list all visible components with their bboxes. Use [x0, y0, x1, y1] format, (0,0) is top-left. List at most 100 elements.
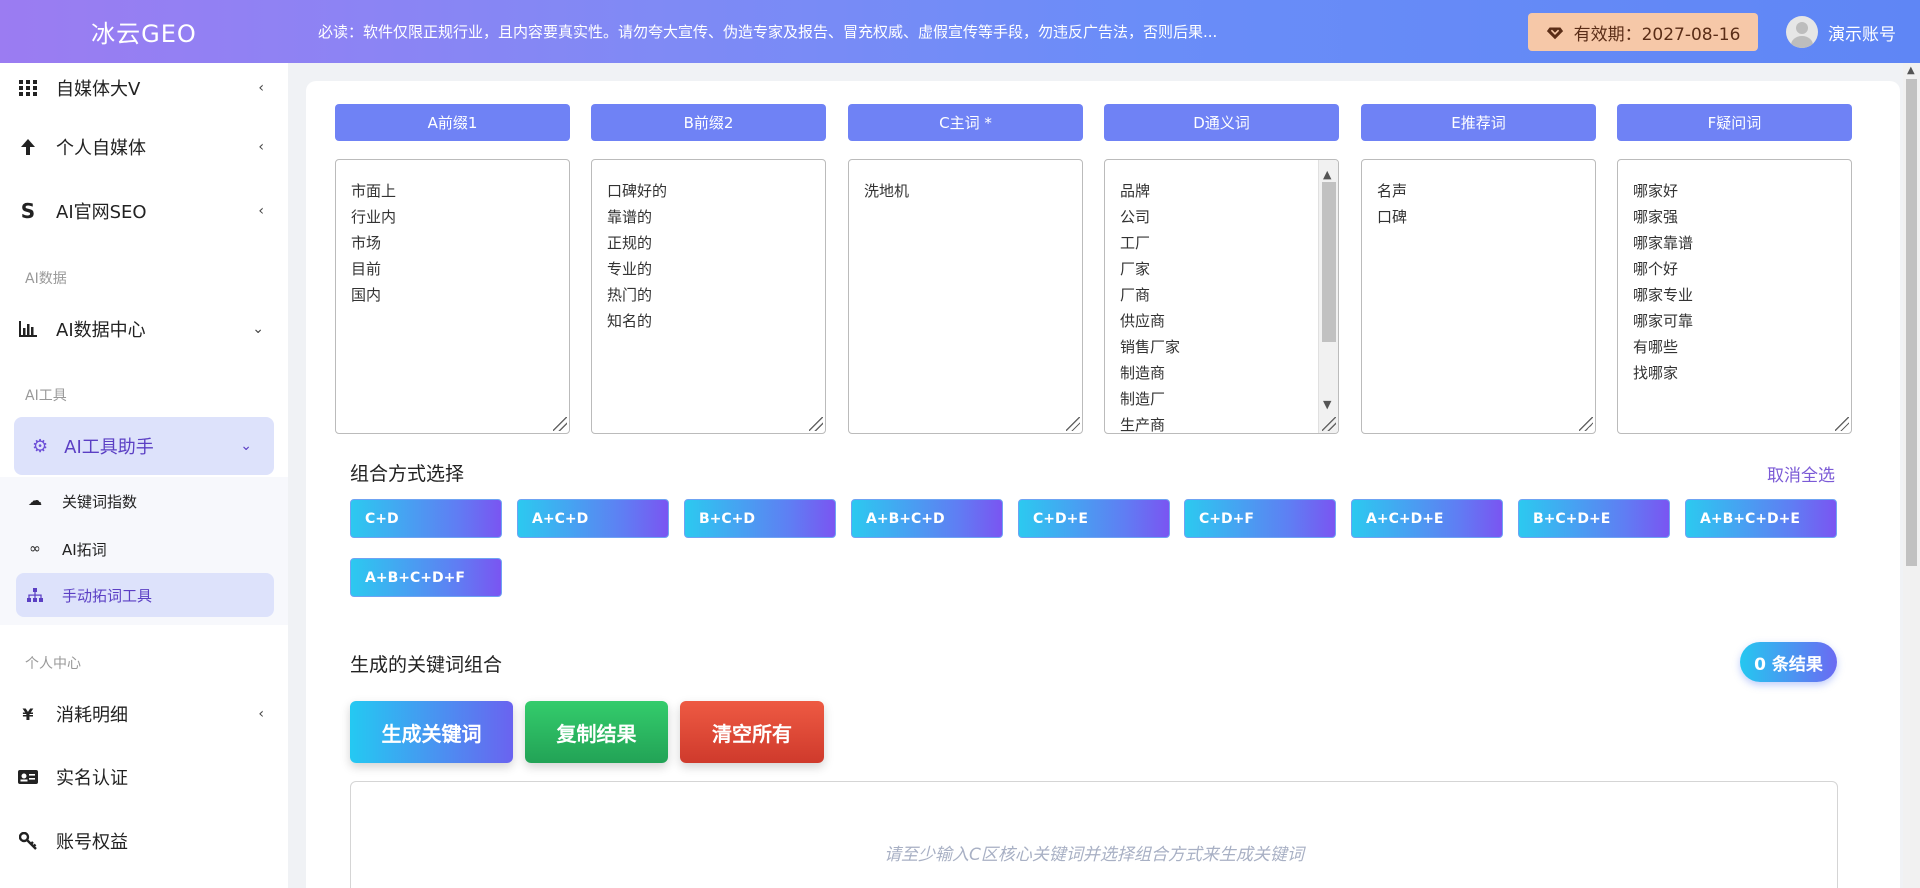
scroll-down-icon[interactable]: ▼ — [1323, 392, 1331, 418]
result-count-badge: 0 条结果 — [1740, 642, 1837, 682]
text-line: 厂家 — [1120, 260, 1151, 278]
avatar[interactable] — [1786, 16, 1818, 48]
combo-section-title: 组合方式选择 — [350, 463, 465, 485]
text-line: 销售厂家 — [1120, 338, 1181, 356]
chevron-left-icon: ‹ — [258, 80, 264, 96]
column-header-e[interactable]: E推荐词 — [1361, 104, 1596, 141]
generate-keywords-button[interactable]: 生成关键词 — [350, 701, 513, 763]
cancel-all-link[interactable]: 取消全选 — [1767, 461, 1835, 486]
resize-handle[interactable] — [1066, 417, 1080, 431]
sidebar-item-personal-media[interactable]: 个人自媒体 ‹ — [0, 122, 288, 172]
validity-badge[interactable]: 有效期：2027-08-16 — [1528, 13, 1758, 51]
column-header-f[interactable]: F疑问词 — [1617, 104, 1852, 141]
text-line: 口碑好的 — [607, 182, 668, 200]
text-line: 供应商 — [1120, 312, 1166, 330]
cloud-icon: ☁ — [28, 493, 42, 509]
combo-option[interactable]: A+B+C+D — [851, 499, 1003, 538]
sidebar-item-label: 个人自媒体 — [56, 138, 146, 159]
text-line: 厂商 — [1120, 286, 1151, 304]
grid-icon — [18, 78, 38, 98]
gear-icon: ⚙ — [32, 435, 49, 457]
results-output-area[interactable]: 请至少输入C区核心关键词并选择组合方式来生成关键词 — [350, 781, 1838, 888]
submenu: ☁ 关键词指数 ∞ AI拓词 手动拓词工具 — [0, 477, 288, 625]
textarea-d-synonym[interactable]: 品牌 公司 工厂 厂家 厂商 供应商 销售厂家 制造商 制造厂 生产商 ▲ ▼ — [1104, 159, 1339, 434]
chevron-down-icon: ⌄ — [252, 321, 264, 337]
sidebar-item-tools-helper[interactable]: ⚙ AI工具助手 ⌄ — [14, 417, 274, 475]
resize-handle[interactable] — [553, 417, 567, 431]
sidebar-item-label: 自媒体大V — [56, 79, 141, 100]
sub-item-ai-expand[interactable]: ∞ AI拓词 — [16, 527, 274, 571]
text-line: 生产商 — [1120, 416, 1166, 434]
sidebar-item-benefits[interactable]: 账号权益 — [0, 816, 288, 866]
results-title: 生成的关键词组合 — [350, 654, 503, 676]
chevron-left-icon: ‹ — [258, 203, 264, 219]
text-line: 品牌 — [1120, 182, 1151, 200]
resize-handle[interactable] — [1835, 417, 1849, 431]
account-name[interactable]: 演示账号 — [1828, 20, 1896, 45]
text-line: 靠谱的 — [607, 208, 653, 226]
textarea-f-question[interactable]: 哪家好 哪家强 哪家靠谱 哪个好 哪家专业 哪家可靠 有哪些 找哪家 — [1617, 159, 1852, 434]
textarea-c-main[interactable]: 洗地机 — [848, 159, 1083, 434]
sidebar-item-consumption[interactable]: ¥ 消耗明细 ‹ — [0, 689, 288, 739]
account-menu[interactable]: 演示账号 — [1786, 16, 1896, 48]
s-logo-icon: S — [20, 199, 36, 223]
sidebar-item-ai-seo[interactable]: S AI官网SEO ‹ — [0, 186, 288, 236]
sidebar-item-verification[interactable]: 实名认证 — [0, 752, 288, 802]
copy-results-button[interactable]: 复制结果 — [525, 701, 668, 763]
key-icon — [18, 831, 38, 851]
bar-chart-icon — [18, 319, 38, 339]
text-line: 口碑 — [1377, 208, 1408, 226]
column-header-d[interactable]: D通义词 — [1104, 104, 1339, 141]
section-label-ai-tools: AI工具 — [25, 388, 67, 404]
combo-option[interactable]: A+B+C+D+F — [350, 558, 502, 597]
sub-item-keyword-index[interactable]: ☁ 关键词指数 — [16, 479, 274, 523]
text-line: 正规的 — [607, 234, 653, 252]
combo-option[interactable]: A+B+C+D+E — [1685, 499, 1837, 538]
sidebar-item-media-v[interactable]: 自媒体大V ‹ — [0, 63, 288, 113]
textarea-a-prefix[interactable]: 市面上 行业内 市场 目前 国内 — [335, 159, 570, 434]
text-line: 工厂 — [1120, 234, 1151, 252]
combo-option[interactable]: A+C+D — [517, 499, 669, 538]
page-scrollbar-thumb[interactable] — [1906, 79, 1917, 566]
combo-option[interactable]: C+D+F — [1184, 499, 1336, 538]
clear-all-button[interactable]: 清空所有 — [680, 701, 824, 763]
resize-handle[interactable] — [1579, 417, 1593, 431]
text-line: 找哪家 — [1633, 364, 1679, 382]
textarea-b-prefix[interactable]: 口碑好的 靠谱的 正规的 专业的 热门的 知名的 — [591, 159, 826, 434]
combo-option[interactable]: C+D — [350, 499, 502, 538]
column-header-c[interactable]: C主词 * — [848, 104, 1083, 141]
scrollbar-thumb[interactable] — [1322, 182, 1336, 342]
text-line: 目前 — [351, 260, 382, 278]
text-line: 行业内 — [351, 208, 397, 226]
text-line: 国内 — [351, 286, 382, 304]
text-line: 制造厂 — [1120, 390, 1166, 408]
textarea-scrollbar[interactable]: ▲ ▼ — [1318, 160, 1338, 433]
text-line: 名声 — [1377, 182, 1408, 200]
resize-handle[interactable] — [1322, 417, 1336, 431]
chevron-left-icon: ‹ — [258, 139, 264, 155]
scroll-up-icon[interactable]: ▲ — [1907, 65, 1915, 76]
sidebar-item-label: AI工具助手 — [64, 437, 154, 458]
sidebar-item-data-center[interactable]: AI数据中心 ⌄ — [0, 304, 288, 354]
combo-option[interactable]: B+C+D — [684, 499, 836, 538]
text-line: 制造商 — [1120, 364, 1166, 382]
yen-icon: ¥ — [22, 704, 34, 724]
textarea-e-recommend[interactable]: 名声 口碑 — [1361, 159, 1596, 434]
app-logo[interactable]: 冰云GEO — [0, 14, 288, 49]
column-header-b[interactable]: B前缀2 — [591, 104, 826, 141]
combo-option[interactable]: B+C+D+E — [1518, 499, 1670, 538]
text-line: 专业的 — [607, 260, 653, 278]
text-line: 市场 — [351, 234, 382, 252]
text-line: 有哪些 — [1633, 338, 1679, 356]
arrow-up-icon — [18, 137, 38, 157]
combo-option[interactable]: C+D+E — [1018, 499, 1170, 538]
text-line: 哪家可靠 — [1633, 312, 1694, 330]
page-scrollbar[interactable]: ▲ — [1903, 63, 1920, 888]
combo-option[interactable]: A+C+D+E — [1351, 499, 1503, 538]
sub-item-manual-expand[interactable]: 手动拓词工具 — [16, 573, 274, 617]
sub-item-label: 关键词指数 — [62, 492, 138, 511]
resize-handle[interactable] — [809, 417, 823, 431]
text-line: 哪家好 — [1633, 182, 1679, 200]
column-header-a[interactable]: A前缀1 — [335, 104, 570, 141]
sidebar: 自媒体大V ‹ 个人自媒体 ‹ S AI官网SEO ‹ AI数据 AI数据中心 … — [0, 63, 288, 888]
